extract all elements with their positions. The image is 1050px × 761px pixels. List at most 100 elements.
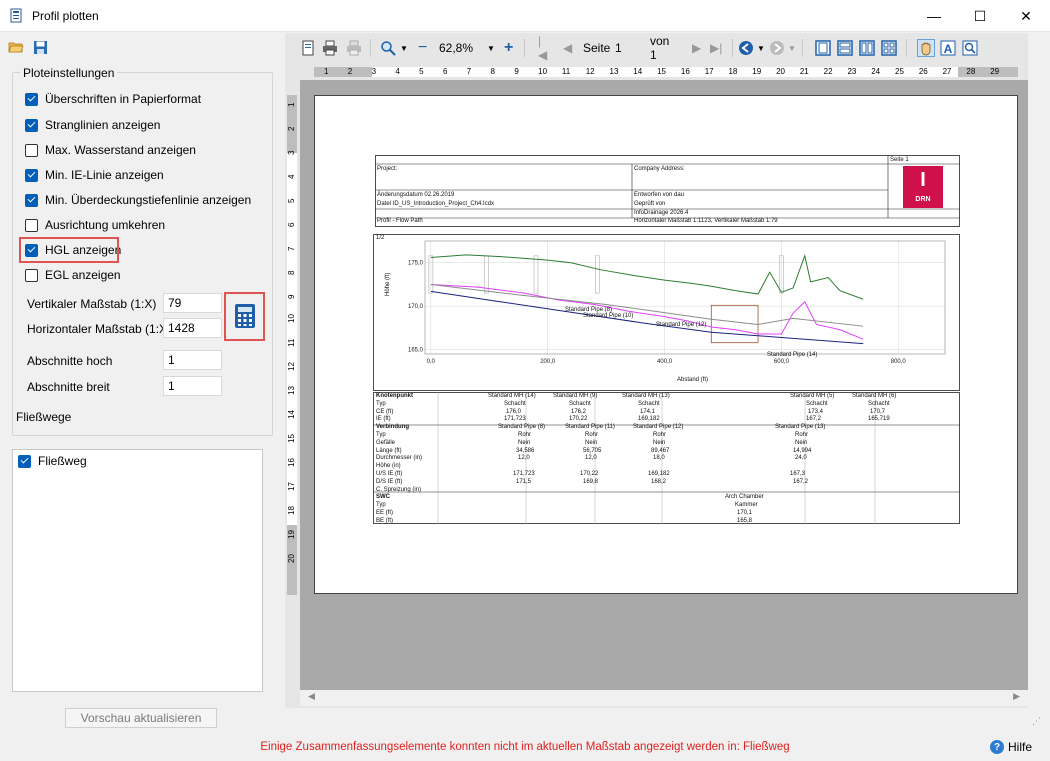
zoom-dropdown-icon[interactable]: ▼ <box>400 36 408 60</box>
ruler-tick-label: 12 <box>585 67 595 76</box>
four-pages-icon[interactable] <box>881 40 897 56</box>
close-button[interactable]: ✕ <box>1003 0 1049 32</box>
first-page-icon[interactable]: |◀ <box>538 34 547 62</box>
sections-high-input[interactable] <box>163 350 222 370</box>
text-select-icon[interactable]: A <box>940 40 956 56</box>
help-button[interactable]: ? Hilfe <box>990 740 1032 754</box>
flowpaths-list[interactable]: Fließweg <box>12 449 263 692</box>
side-by-side-icon[interactable] <box>859 40 875 56</box>
horizontal-scrollbar[interactable]: ◀ ▶ <box>300 690 1028 706</box>
page-setup-icon[interactable] <box>300 40 316 56</box>
ruler-margin <box>314 67 372 77</box>
zoom-out-icon[interactable]: − <box>418 36 427 60</box>
checkbox-box[interactable] <box>25 193 38 207</box>
checkbox-strand-lines[interactable]: Stranglinien anzeigen <box>25 117 160 133</box>
prev-page-icon[interactable]: ◀ <box>563 36 572 60</box>
link-name: Standard Pipe (8) <box>498 424 546 431</box>
checkbox-box[interactable] <box>25 218 38 232</box>
ruler-tick-label: 3 <box>371 67 377 76</box>
checkbox-reverse-orientation[interactable]: Ausrichtung umkehren <box>25 217 165 233</box>
vertical-scale-label: Vertikaler Maßstab (1:X) <box>27 297 157 311</box>
zoom-level-dropdown-icon[interactable]: ▼ <box>487 36 495 60</box>
page-number-input[interactable]: 1 <box>615 36 622 60</box>
sheet-designed: Entworfen von dau <box>634 192 685 198</box>
ruler-tick-label: 18 <box>287 506 296 515</box>
x-tick-label: 0,0 <box>427 359 436 365</box>
forward-dropdown-icon[interactable]: ▼ <box>788 36 796 60</box>
ruler-tick-label: 14 <box>633 67 643 76</box>
horizontal-scale-input[interactable] <box>163 318 222 338</box>
link-length: 34,586 <box>516 447 535 454</box>
checkbox-box[interactable] <box>25 143 38 157</box>
sheet-changed: Änderungsdatum 02.26.2019 <box>377 192 455 198</box>
pipe-label: Standard Pipe (14) <box>767 352 818 358</box>
checkbox-box[interactable] <box>18 454 31 468</box>
checkbox-label: Überschriften in Papierformat <box>45 92 202 106</box>
pipe-label: Standard Pipe (12) <box>656 322 707 328</box>
table-row-label: U/S IE (ft) <box>376 471 403 477</box>
checkbox-box[interactable] <box>25 268 38 282</box>
ruler-tick-label: 14 <box>287 410 296 419</box>
link-us-ie: 170,22 <box>580 471 599 477</box>
node-ie: 170,22 <box>569 416 588 423</box>
refresh-preview-button[interactable]: Vorschau aktualisieren <box>65 708 217 728</box>
zoom-in-icon[interactable]: + <box>504 36 513 60</box>
ruler-tick-label: 10 <box>538 67 548 76</box>
zoom-level[interactable]: 62,8% <box>439 36 473 60</box>
checkbox-min-cover-depth[interactable]: Min. Überdeckungstiefenlinie anzeigen <box>25 192 251 208</box>
sections-wide-input[interactable] <box>163 376 222 396</box>
zoom-icon[interactable] <box>380 40 396 56</box>
checkbox-egl[interactable]: EGL anzeigen <box>25 267 121 283</box>
print-preview-icon[interactable] <box>346 40 362 56</box>
window-title: Profil plotten <box>32 9 99 23</box>
ruler-tick-label: 3 <box>287 150 296 155</box>
maximize-icon: ☐ <box>973 7 987 24</box>
ruler-tick-label: 9 <box>287 294 296 299</box>
table-row-label: Länge (ft) <box>376 447 402 454</box>
maximize-button[interactable]: ☐ <box>957 0 1003 32</box>
forward-icon[interactable] <box>769 40 785 56</box>
print-icon[interactable] <box>322 40 338 56</box>
scroll-right-icon[interactable]: ▶ <box>1013 691 1020 702</box>
node-type: Schacht <box>868 400 890 407</box>
checkbox-paper-headers[interactable]: Überschriften in Papierformat <box>25 91 201 107</box>
checkbox-min-ie-line[interactable]: Min. IE-Linie anzeigen <box>25 167 164 183</box>
back-dropdown-icon[interactable]: ▼ <box>757 36 765 60</box>
checkbox-max-water-level[interactable]: Max. Wasserstand anzeigen <box>25 142 196 158</box>
left-toolbar <box>0 34 285 60</box>
infodrainage-logo: I DRN <box>903 166 943 208</box>
last-page-icon[interactable]: ▶| <box>710 36 722 60</box>
pipe-label: Standard Pipe (10) <box>583 313 634 319</box>
checkbox-box[interactable] <box>25 118 38 132</box>
two-pages-icon[interactable] <box>837 40 853 56</box>
resize-grip-icon[interactable]: ⋰ <box>1032 716 1041 727</box>
next-page-icon[interactable]: ▶ <box>692 36 701 60</box>
vertical-scale-input[interactable] <box>163 293 222 313</box>
checkbox-box[interactable] <box>25 168 38 182</box>
save-button[interactable] <box>31 38 49 56</box>
toolbar-separator <box>524 39 525 57</box>
open-folder-button[interactable] <box>7 38 25 56</box>
minimize-button[interactable]: — <box>911 0 957 32</box>
back-icon[interactable] <box>738 40 754 56</box>
status-message: Einige Zusammenfassungselemente konnten … <box>260 741 790 753</box>
checkbox-label: Ausrichtung umkehren <box>45 218 166 232</box>
sheet-software: InfoDrainage 2026.4 <box>634 210 689 216</box>
sheet-page-number: Seite 1 <box>890 157 909 163</box>
scroll-left-icon[interactable]: ◀ <box>308 691 315 702</box>
table-row-label: BE (ft) <box>376 517 394 524</box>
ruler-tick-label: 26 <box>918 67 928 76</box>
single-page-icon[interactable] <box>815 40 831 56</box>
node-name: Standard MH (6) <box>852 393 897 399</box>
flowpath-item[interactable]: Fließweg <box>18 453 87 469</box>
link-diameter: 12,0 <box>585 455 597 462</box>
checkbox-box[interactable] <box>25 92 38 106</box>
zoom-select-icon[interactable] <box>962 40 978 56</box>
link-type: Rohr <box>585 432 599 438</box>
link-ds-ie: 169,8 <box>583 478 599 485</box>
swc-ee: 170,1 <box>737 510 753 516</box>
hand-pan-icon[interactable] <box>917 39 935 57</box>
ruler-tick-label: 24 <box>871 67 881 76</box>
series-line <box>430 290 864 345</box>
node-ce: 170,7 <box>870 408 886 415</box>
